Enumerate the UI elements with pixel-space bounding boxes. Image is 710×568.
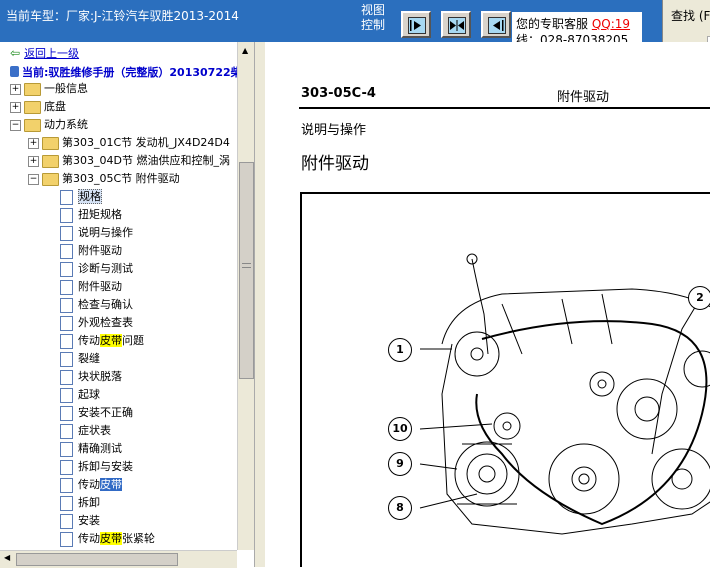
- expand-icon[interactable]: +: [28, 138, 39, 149]
- tree-item-label: 传动皮带问题: [78, 334, 144, 347]
- tree-item-label: 诊断与测试: [78, 262, 133, 275]
- current-manual-label: 当前:驭胜维修手册（完整版）20130722柴油: [22, 66, 253, 79]
- folder-icon: [42, 173, 59, 186]
- callout-1: 1: [388, 338, 412, 362]
- page-icon: [60, 370, 73, 385]
- tree-item-label: 说明与操作: [78, 226, 133, 239]
- page-icon: [60, 190, 73, 205]
- section-header-title: 附件驱动: [557, 90, 610, 105]
- page-icon: [60, 388, 73, 403]
- page-icon: [60, 208, 73, 223]
- tree-item-label: 拆卸与安装: [78, 460, 133, 473]
- nav-both-button[interactable]: [441, 11, 471, 38]
- scrollbar-thumb[interactable]: [239, 162, 254, 379]
- page-icon: [60, 496, 73, 511]
- page-icon: [60, 424, 73, 439]
- manual-icon: [10, 66, 19, 77]
- tree-item-label: 拆卸: [78, 496, 100, 509]
- service-text: 您的专职客服: [516, 17, 589, 31]
- document-view: 303-05C-4 附件驱动 说明与操作 附件驱动 1 2 10 9 8: [265, 42, 710, 567]
- back-link[interactable]: ⇦ 返回上一级: [10, 45, 79, 61]
- split-view-icon: [448, 17, 466, 34]
- tree-item-label: 块状脱落: [78, 370, 122, 383]
- current-manual: 当前:驭胜维修手册（完整版）20130722柴油: [10, 64, 253, 80]
- tree-item-label: 第303_01C节 发动机_JX4D24D4: [62, 136, 230, 149]
- tree-item-label: 安装: [78, 514, 100, 527]
- collapse-icon[interactable]: −: [28, 174, 39, 185]
- tree-item-label: 附件驱动: [78, 280, 122, 293]
- tree-item-label: 起球: [78, 388, 100, 401]
- page-icon: [60, 460, 73, 475]
- page-icon: [60, 406, 73, 421]
- folder-icon: [42, 155, 59, 168]
- folder-icon: [24, 83, 41, 96]
- callout-9: 9: [388, 452, 412, 476]
- back-label[interactable]: 返回上一级: [24, 47, 79, 60]
- tree-item-label: 第303_05C节 附件驱动: [62, 172, 180, 185]
- view-control-label: 视图控制: [361, 3, 386, 32]
- page-icon: [60, 244, 73, 259]
- toc-tree: ⇦ 返回上一级 当前:驭胜维修手册（完整版）20130722柴油 + 一般信息 + 底盘…: [0, 42, 254, 567]
- tree-item-label: 底盘: [44, 100, 66, 113]
- header-divider: [299, 107, 710, 109]
- customer-service-box: 您的专职客服 QQ:19 线：028-87038205: [512, 12, 642, 42]
- tree-item-label: 裂缝: [78, 352, 100, 365]
- tree-item-label: 外观检查表: [78, 316, 133, 329]
- arrow-left-icon: [488, 17, 506, 34]
- tree-item-label: 精确测试: [78, 442, 122, 455]
- service-qq-link[interactable]: QQ:19: [592, 17, 630, 31]
- page-icon: [60, 316, 73, 331]
- section-subheading: 说明与操作: [301, 123, 367, 138]
- tree-item-label: 传动皮带: [78, 478, 122, 491]
- nav-prev-button[interactable]: [481, 11, 511, 38]
- tree-item-label: 症状表: [78, 424, 111, 437]
- find-label: 查找 (F: [671, 9, 710, 23]
- collapse-icon[interactable]: −: [10, 120, 21, 131]
- engine-drawing: [419, 253, 710, 535]
- expand-icon[interactable]: +: [10, 84, 21, 95]
- expand-icon[interactable]: +: [28, 156, 39, 167]
- scrollbar-thumb[interactable]: [16, 553, 178, 566]
- callout-8: 8: [388, 496, 412, 520]
- folder-icon: [42, 137, 59, 150]
- callout-2: 2: [688, 286, 710, 310]
- scroll-left-icon[interactable]: ◀: [4, 553, 10, 562]
- current-car-title: 当前车型：厂家:J-江铃汽车驭胜2013-2014: [6, 9, 239, 23]
- callout-10: 10: [388, 417, 412, 441]
- tree-item-label: 安装不正确: [78, 406, 133, 419]
- page-icon: [60, 334, 73, 349]
- back-arrow-icon: ⇦: [10, 46, 21, 60]
- tree-item-label: 检查与确认: [78, 298, 133, 311]
- tree-item-label: 动力系统: [44, 118, 88, 131]
- page-icon: [60, 298, 73, 313]
- tree-vertical-scrollbar[interactable]: ▲: [237, 42, 255, 550]
- tree-item-label: 扭矩规格: [78, 208, 122, 221]
- page-icon: [60, 352, 73, 367]
- tree-item-label: 附件驱动: [78, 244, 122, 257]
- top-bar: 当前车型：厂家:J-江铃汽车驭胜2013-2014 视图控制 您的专职客服 QQ…: [0, 0, 710, 42]
- page-icon: [60, 226, 73, 241]
- engine-belt-diagram: 1 2 10 9 8: [300, 192, 710, 567]
- page-icon: [60, 478, 73, 493]
- service-phone: 线：028-87038205: [516, 33, 629, 42]
- page-icon: [60, 280, 73, 295]
- page-icon: [60, 262, 73, 277]
- expand-icon[interactable]: +: [10, 102, 21, 113]
- section-code: 303-05C-4: [301, 86, 376, 101]
- scroll-up-icon[interactable]: ▲: [242, 46, 248, 55]
- tree-item-label: 传动皮带张紧轮: [78, 532, 155, 545]
- arrow-right-icon: [408, 17, 426, 34]
- page-icon: [60, 442, 73, 457]
- section-title: 附件驱动: [301, 154, 369, 174]
- tree-item-label: 规格: [78, 189, 102, 204]
- folder-icon: [24, 119, 41, 132]
- tree-horizontal-scrollbar[interactable]: ◀: [0, 550, 237, 568]
- tree-item-label: 一般信息: [44, 82, 88, 95]
- page-icon: [60, 532, 73, 547]
- tree-item-label: 第303_04D节 燃油供应和控制_涡: [62, 154, 230, 167]
- nav-next-button[interactable]: [401, 11, 431, 38]
- folder-icon: [24, 101, 41, 114]
- page-icon: [60, 514, 73, 529]
